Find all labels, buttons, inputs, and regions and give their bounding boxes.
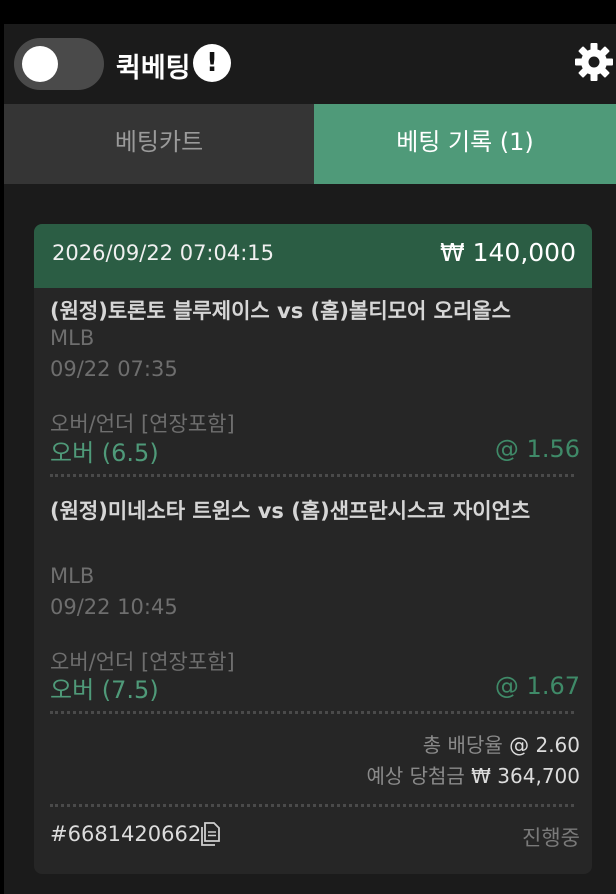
total-odds-value: @ 2.60 — [509, 733, 580, 757]
quick-bet-toggle[interactable] — [14, 38, 104, 90]
match-title: (원정)토론토 블루제이스 vs (홈)볼티모어 오리올스 — [50, 299, 511, 323]
bet-datetime: 2026/09/22 07:04:15 — [52, 241, 275, 265]
pick-label: 오버 (7.5) — [50, 676, 159, 704]
bet-panel: 퀵베팅 ! 베팅카트 베팅 기록 (1) 2026/09/22 07:04:15… — [4, 24, 616, 894]
pick-label: 오버 (6.5) — [50, 439, 159, 467]
match-title: (원정)미네소타 트윈스 vs (홈)샌프란시스코 자이언츠 — [50, 499, 531, 523]
pick-odds: @ 1.56 — [494, 435, 580, 463]
tab-bet-history[interactable]: 베팅 기록 (1) — [314, 104, 616, 184]
dotted-divider — [50, 804, 574, 807]
top-bar: 퀵베팅 ! — [4, 24, 616, 104]
league-label: MLB — [50, 564, 95, 588]
match-time: 09/22 07:35 — [50, 357, 178, 381]
total-odds-label: 총 배당율 — [422, 733, 503, 757]
league-label: MLB — [50, 326, 95, 350]
bet-amount: ₩ 140,000 — [439, 238, 576, 267]
copy-icon[interactable] — [200, 822, 220, 846]
tab-bet-cart[interactable]: 베팅카트 — [4, 104, 314, 184]
toggle-knob — [22, 46, 58, 82]
status-badge: 진행중 — [522, 826, 580, 850]
expected-win-row: 예상 당첨금 ₩ 364,700 — [366, 760, 580, 789]
info-icon[interactable]: ! — [193, 44, 231, 82]
dotted-divider — [50, 711, 574, 714]
card-header: 2026/09/22 07:04:15 ₩ 140,000 — [34, 224, 592, 288]
pick-odds: @ 1.67 — [494, 672, 580, 700]
ticket-id: #6681420662 — [50, 822, 202, 846]
bet-record-card[interactable]: 2026/09/22 07:04:15 ₩ 140,000 (원정)토론토 블루… — [34, 224, 592, 874]
quick-bet-label: 퀵베팅 — [116, 53, 191, 84]
dotted-divider — [50, 474, 574, 477]
expected-win-label: 예상 당첨금 — [366, 764, 465, 788]
match-time: 09/22 10:45 — [50, 595, 178, 619]
tab-bar: 베팅카트 베팅 기록 (1) — [4, 104, 616, 184]
total-odds-row: 총 배당율 @ 2.60 — [423, 729, 580, 758]
gear-icon[interactable] — [574, 42, 614, 82]
expected-win-value: ₩ 364,700 — [471, 764, 580, 788]
